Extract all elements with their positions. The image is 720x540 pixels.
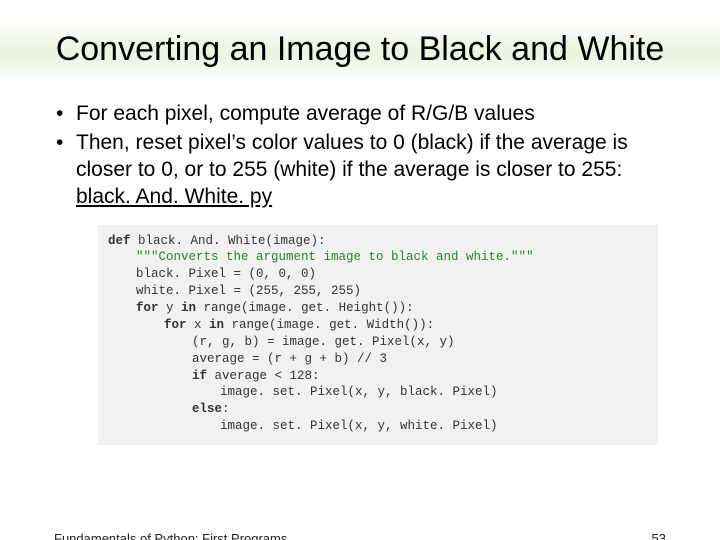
code-text: y [159, 301, 182, 315]
docstring: """Converts the argument image to black … [136, 250, 534, 264]
bullet-item: For each pixel, compute average of R/G/B… [54, 101, 666, 128]
bullet-text: For each pixel, compute average of R/G/B… [76, 102, 535, 125]
code-line: black. Pixel = (0, 0, 0) [108, 266, 648, 283]
code-text: : [222, 402, 230, 416]
code-text: white. Pixel = (255, 255, 255) [136, 284, 361, 298]
code-line: image. set. Pixel(x, y, white. Pixel) [108, 418, 648, 435]
keyword-for: for [164, 318, 187, 332]
keyword-else: else [192, 402, 222, 416]
code-line: image. set. Pixel(x, y, black. Pixel) [108, 384, 648, 401]
code-text: black. Pixel = (0, 0, 0) [136, 267, 316, 281]
code-text: image. set. Pixel(x, y, black. Pixel) [220, 385, 498, 399]
code-text: image. set. Pixel(x, y, white. Pixel) [220, 419, 498, 433]
code-text: average = (r + g + b) // 3 [192, 352, 387, 366]
footer-left: Fundamentals of Python: First Programs [54, 531, 287, 540]
page-number: 53 [652, 531, 666, 540]
bullet-item: Then, reset pixel’s color values to 0 (b… [54, 130, 666, 211]
code-text: range(image. get. Width()): [224, 318, 434, 332]
code-line: def black. And. White(image): [108, 233, 648, 250]
code-block: def black. And. White(image): """Convert… [98, 225, 658, 446]
keyword-in: in [181, 301, 196, 315]
code-line: for y in range(image. get. Height()): [108, 300, 648, 317]
code-text: range(image. get. Height()): [196, 301, 414, 315]
code-text: average < 128: [207, 369, 320, 383]
title-band: Converting an Image to Black and White [0, 24, 720, 83]
keyword-def: def [108, 234, 131, 248]
code-line: (r, g, b) = image. get. Pixel(x, y) [108, 334, 648, 351]
slide-body: For each pixel, compute average of R/G/B… [0, 83, 720, 445]
code-text: x [187, 318, 210, 332]
bullet-list: For each pixel, compute average of R/G/B… [54, 101, 666, 211]
code-text: black. And. White(image): [131, 234, 326, 248]
slide: Converting an Image to Black and White F… [0, 24, 720, 540]
code-text: (r, g, b) = image. get. Pixel(x, y) [192, 335, 455, 349]
keyword-in: in [209, 318, 224, 332]
bullet-text: Then, reset pixel’s color values to 0 (b… [76, 131, 628, 181]
code-line: if average < 128: [108, 368, 648, 385]
code-line: else: [108, 401, 648, 418]
slide-footer: Fundamentals of Python: First Programs 5… [54, 531, 666, 540]
code-line: for x in range(image. get. Width()): [108, 317, 648, 334]
keyword-for: for [136, 301, 159, 315]
code-file-link[interactable]: black. And. White. py [76, 185, 272, 208]
code-line: average = (r + g + b) // 3 [108, 351, 648, 368]
slide-title: Converting an Image to Black and White [40, 30, 680, 69]
keyword-if: if [192, 369, 207, 383]
code-line: white. Pixel = (255, 255, 255) [108, 283, 648, 300]
code-line: """Converts the argument image to black … [108, 249, 648, 266]
